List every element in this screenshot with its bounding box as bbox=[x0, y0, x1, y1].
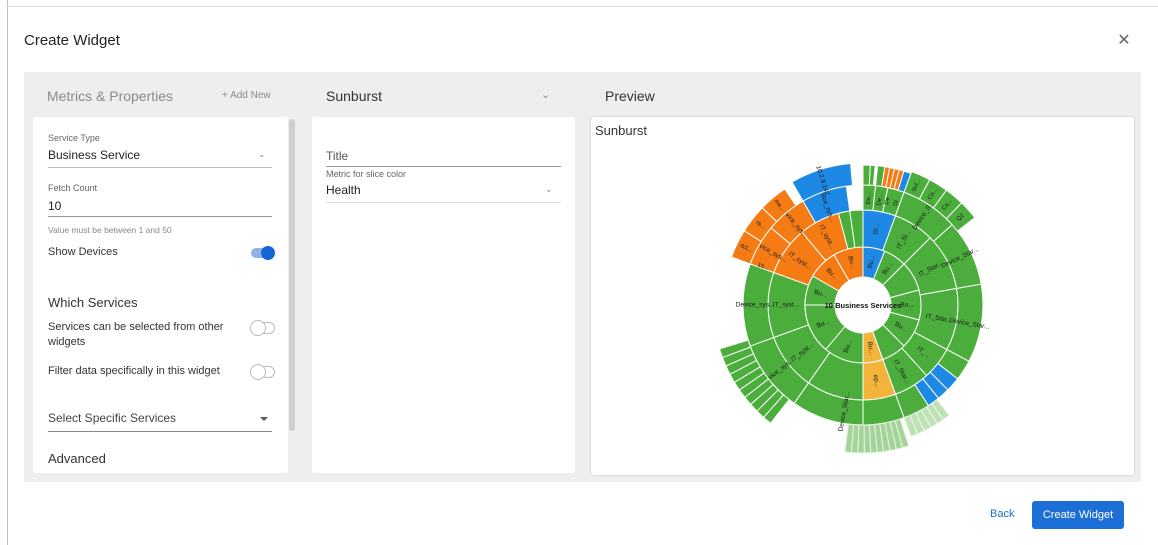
scrollbar-thumb[interactable] bbox=[289, 119, 295, 431]
window-border-top bbox=[7, 6, 1158, 7]
caret-down-icon[interactable] bbox=[260, 417, 268, 421]
fetch-count-help: Value must be between 1 and 50 bbox=[48, 225, 172, 235]
filter-widget-toggle[interactable] bbox=[250, 364, 275, 380]
fetch-count-input[interactable]: 10 bbox=[48, 199, 61, 213]
close-icon[interactable]: ✕ bbox=[1116, 33, 1132, 49]
sunburst-top-label: De... bbox=[866, 191, 873, 204]
back-button[interactable]: Back bbox=[990, 508, 1014, 520]
select-services-dropdown[interactable]: Select Specific Services bbox=[48, 411, 176, 425]
sunburst-ring3-label: Device_sys... bbox=[736, 302, 775, 309]
slice-color-underline bbox=[326, 202, 561, 203]
service-type-underline bbox=[48, 167, 272, 168]
advanced-section[interactable]: Advanced bbox=[48, 451, 106, 466]
slice-color-label: Metric for slice color bbox=[326, 169, 407, 179]
sunburst-chart[interactable]: Bu... Bu...Bu...Bu...Bu...Bu...Bu...Bu...… bbox=[700, 160, 1030, 460]
sunburst-ring1-label: Bu... bbox=[900, 302, 914, 309]
sunburst-ring2-label: IT_syst... bbox=[773, 302, 800, 309]
sunburst-center-label: 10 Business Services bbox=[825, 301, 902, 310]
services-other-widgets-toggle[interactable] bbox=[250, 320, 275, 336]
title-underline bbox=[326, 166, 561, 167]
chevron-down-icon[interactable]: ⌄ bbox=[258, 149, 266, 160]
select-services-underline bbox=[48, 431, 272, 432]
fetch-count-underline bbox=[48, 216, 272, 217]
dialog-title: Create Widget bbox=[24, 32, 120, 49]
slice-color-select[interactable]: Health bbox=[326, 183, 361, 197]
preview-header: Preview bbox=[605, 88, 655, 104]
services-other-widgets-label: Services can be selected from other widg… bbox=[48, 321, 224, 348]
chevron-down-icon[interactable]: ⌄ bbox=[545, 184, 553, 195]
sunburst-spike-slice[interactable] bbox=[868, 164, 876, 186]
add-new-link[interactable]: + Add New bbox=[222, 90, 271, 101]
which-services-heading: Which Services bbox=[48, 295, 138, 310]
fetch-count-label: Fetch Count bbox=[48, 183, 98, 193]
create-widget-button[interactable]: Create Widget bbox=[1032, 501, 1124, 529]
service-type-select[interactable]: Business Service bbox=[48, 148, 140, 162]
service-type-label: Service Type bbox=[48, 133, 100, 143]
window-border bbox=[7, 0, 8, 545]
chart-type-select[interactable]: Sunburst bbox=[326, 88, 382, 104]
show-devices-label: Show Devices bbox=[48, 246, 118, 258]
sunburst-fan-slice[interactable] bbox=[863, 424, 872, 454]
filter-widget-label: Filter data specifically in this widget bbox=[48, 365, 220, 377]
preview-chart-title: Sunburst bbox=[595, 123, 648, 138]
chevron-down-icon[interactable]: ⌄ bbox=[541, 88, 550, 101]
title-input[interactable]: Title bbox=[326, 149, 348, 163]
show-devices-toggle[interactable] bbox=[251, 246, 275, 260]
metrics-properties-header: Metrics & Properties bbox=[47, 88, 174, 104]
